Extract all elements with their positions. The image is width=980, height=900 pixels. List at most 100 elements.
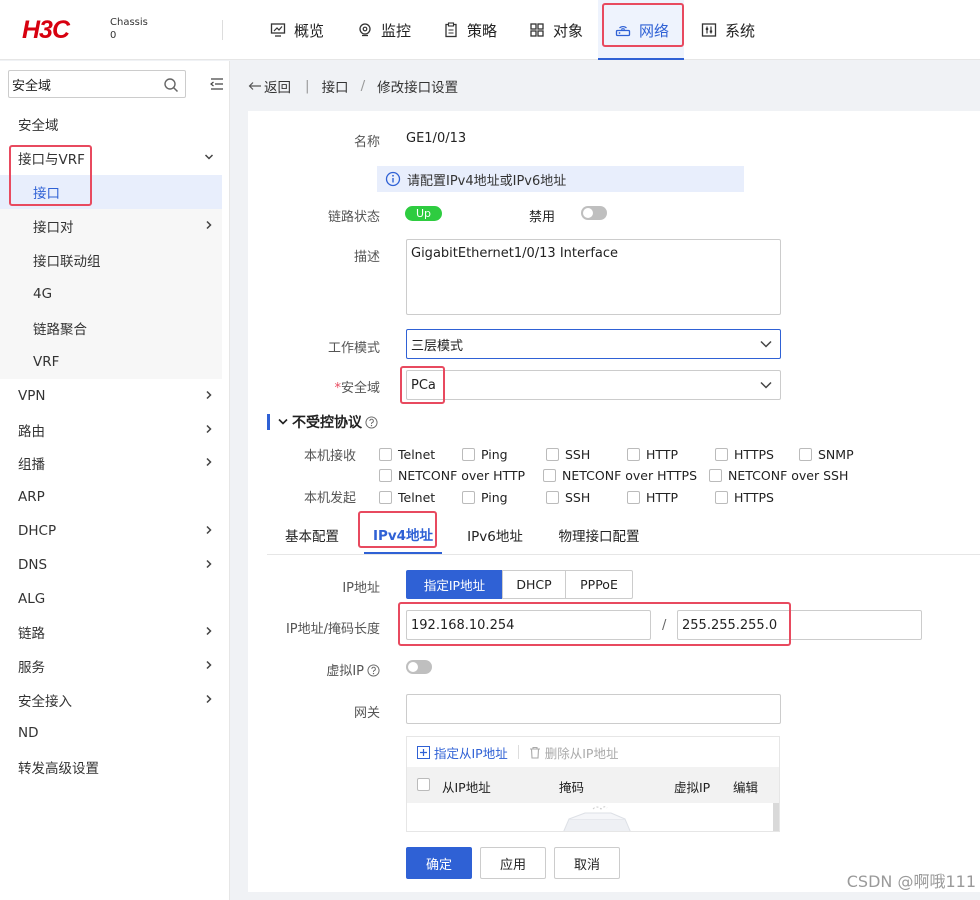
sidebar-item-nd[interactable]: ND bbox=[0, 716, 222, 750]
checkbox-box[interactable] bbox=[799, 448, 812, 461]
column-header-mask: 掩码 bbox=[559, 780, 585, 795]
chevron-down-icon bbox=[204, 154, 214, 160]
sidebar-item-arp[interactable]: ARP bbox=[0, 480, 222, 514]
checkbox-box[interactable] bbox=[715, 491, 728, 504]
collapse-menu-icon[interactable] bbox=[210, 77, 224, 91]
top-bar: H3C Chassis 0 概览 监控 策略 对象 网络 系统 bbox=[0, 0, 980, 60]
work-mode-select[interactable]: 三层模式 bbox=[406, 329, 781, 359]
select-all-checkbox[interactable] bbox=[417, 778, 430, 791]
checkbox-box[interactable] bbox=[715, 448, 728, 461]
nav-overview[interactable]: 概览 bbox=[270, 0, 324, 60]
security-zone-label: 安全域 bbox=[340, 381, 380, 396]
checkbox-box[interactable] bbox=[379, 491, 392, 504]
virtual-ip-toggle[interactable] bbox=[406, 660, 432, 674]
checkbox-receive-ssh[interactable]: SSH bbox=[546, 447, 590, 462]
mode-dhcp-button[interactable]: DHCP bbox=[502, 570, 566, 599]
protocols-section-header[interactable]: 不受控协议 bbox=[267, 413, 378, 431]
sidebar-item-vrf[interactable]: VRF bbox=[0, 345, 222, 379]
checkbox-box[interactable] bbox=[627, 491, 640, 504]
sidebar-item-dhcp[interactable]: DHCP bbox=[0, 514, 222, 548]
checkbox-box[interactable] bbox=[379, 448, 392, 461]
checkbox-receive-snmp[interactable]: SNMP bbox=[799, 447, 854, 462]
sidebar-item-forwarding-advanced[interactable]: 转发高级设置 bbox=[0, 750, 222, 784]
checkbox-receive-http[interactable]: HTTP bbox=[627, 447, 678, 462]
table-scrollbar[interactable] bbox=[773, 803, 779, 831]
back-link[interactable]: 返回 bbox=[248, 76, 291, 96]
disable-toggle[interactable] bbox=[581, 206, 607, 220]
sidebar-search-input[interactable] bbox=[9, 71, 159, 97]
sidebar-item-label: 安全域 bbox=[18, 118, 59, 134]
checkbox-receive-https[interactable]: HTTPS bbox=[715, 447, 774, 462]
nav-objects[interactable]: 对象 bbox=[529, 0, 583, 60]
nav-monitor[interactable]: 监控 bbox=[357, 0, 411, 60]
add-secondary-ip-button[interactable]: 指定从IP地址 bbox=[417, 743, 508, 762]
sidebar-item-secure-access[interactable]: 安全接入 bbox=[0, 683, 222, 717]
tab-ipv6-address[interactable]: IPv6地址 bbox=[457, 516, 533, 554]
tab-ipv4-address[interactable]: IPv4地址 bbox=[364, 516, 442, 554]
mode-pppoe-button[interactable]: PPPoE bbox=[565, 570, 633, 599]
checkbox-box[interactable] bbox=[379, 469, 392, 482]
sidebar-item-interface[interactable]: 接口 bbox=[0, 175, 222, 209]
help-icon[interactable] bbox=[365, 415, 378, 429]
ip-address-input[interactable]: 192.168.10.254 bbox=[406, 610, 651, 640]
sidebar-item-service[interactable]: 服务 bbox=[0, 649, 222, 683]
nav-network[interactable]: 网络 bbox=[615, 0, 669, 60]
tab-divider bbox=[267, 554, 980, 555]
checkbox-label: Telnet bbox=[398, 447, 436, 462]
mask-input[interactable]: 255.255.255.0 bbox=[677, 610, 922, 640]
checkbox-receive-netconf-ssh[interactable]: NETCONF over SSH bbox=[709, 468, 848, 483]
checkbox-box[interactable] bbox=[709, 469, 722, 482]
checkbox-box[interactable] bbox=[462, 448, 475, 461]
help-icon[interactable] bbox=[367, 664, 380, 677]
sidebar-item-vpn[interactable]: VPN bbox=[0, 379, 222, 413]
sidebar-item-label: 4G bbox=[33, 286, 53, 302]
work-mode-value: 三层模式 bbox=[411, 338, 464, 354]
checkbox-box[interactable] bbox=[546, 491, 559, 504]
sidebar-item-dns[interactable]: DNS bbox=[0, 548, 222, 582]
sidebar-item-interface-vrf[interactable]: 接口与VRF bbox=[0, 141, 222, 175]
sidebar-item-routing[interactable]: 路由 bbox=[0, 413, 222, 447]
checkbox-initiate-https[interactable]: HTTPS bbox=[715, 490, 774, 505]
sidebar-item-multicast[interactable]: 组播 bbox=[0, 446, 222, 480]
checkbox-receive-netconf-http[interactable]: NETCONF over HTTP bbox=[379, 468, 525, 483]
sidebar: 安全域 接口与VRF 接口 接口对 接口联动组 4G 链路聚合 VRF VPN … bbox=[0, 61, 230, 900]
checkbox-receive-netconf-https[interactable]: NETCONF over HTTPS bbox=[543, 468, 697, 483]
description-field[interactable]: GigabitEthernet1/0/13 Interface bbox=[406, 239, 781, 315]
checkbox-receive-ping[interactable]: Ping bbox=[462, 447, 508, 462]
mode-static-ip-button[interactable]: 指定IP地址 bbox=[406, 570, 503, 599]
delete-secondary-ip-button[interactable]: 删除从IP地址 bbox=[529, 743, 618, 762]
checkbox-box[interactable] bbox=[546, 448, 559, 461]
checkbox-box[interactable] bbox=[543, 469, 556, 482]
checkbox-box[interactable] bbox=[627, 448, 640, 461]
nav-system[interactable]: 系统 bbox=[701, 0, 755, 60]
nav-policy[interactable]: 策略 bbox=[443, 0, 497, 60]
sidebar-item-4g[interactable]: 4G bbox=[0, 277, 222, 311]
search-icon[interactable] bbox=[163, 77, 179, 93]
checkbox-initiate-http[interactable]: HTTP bbox=[627, 490, 678, 505]
checkbox-initiate-ping[interactable]: Ping bbox=[462, 490, 508, 505]
gateway-input[interactable] bbox=[406, 694, 781, 724]
checkbox-initiate-ssh[interactable]: SSH bbox=[546, 490, 590, 505]
sidebar-item-interface-pair[interactable]: 接口对 bbox=[0, 209, 222, 243]
sidebar-item-link-aggregation[interactable]: 链路聚合 bbox=[0, 311, 222, 345]
ok-button[interactable]: 确定 bbox=[406, 847, 472, 879]
sidebar-item-link[interactable]: 链路 bbox=[0, 615, 222, 649]
security-zone-select[interactable]: PCa bbox=[406, 370, 781, 400]
description-label: 描述 bbox=[353, 250, 380, 265]
checkbox-receive-telnet[interactable]: Telnet bbox=[379, 447, 435, 462]
sidebar-search[interactable] bbox=[8, 70, 186, 98]
sidebar-item-interface-group[interactable]: 接口联动组 bbox=[0, 243, 222, 277]
checkbox-box[interactable] bbox=[462, 491, 475, 504]
router-icon bbox=[615, 26, 631, 37]
cancel-button[interactable]: 取消 bbox=[554, 847, 620, 879]
breadcrumb-interface[interactable]: 接口 bbox=[322, 76, 349, 96]
tab-basic-config[interactable]: 基本配置 bbox=[276, 516, 348, 554]
checkbox-initiate-telnet[interactable]: Telnet bbox=[379, 490, 435, 505]
sidebar-item-alg[interactable]: ALG bbox=[0, 582, 222, 616]
checkbox-label: Telnet bbox=[398, 490, 436, 505]
sidebar-item-security-zone[interactable]: 安全域 bbox=[0, 107, 222, 141]
receive-label: 本机接收 bbox=[303, 449, 356, 464]
apply-button[interactable]: 应用 bbox=[480, 847, 546, 879]
tab-physical-interface-config[interactable]: 物理接口配置 bbox=[551, 516, 647, 554]
checkbox-label: SSH bbox=[565, 447, 591, 462]
